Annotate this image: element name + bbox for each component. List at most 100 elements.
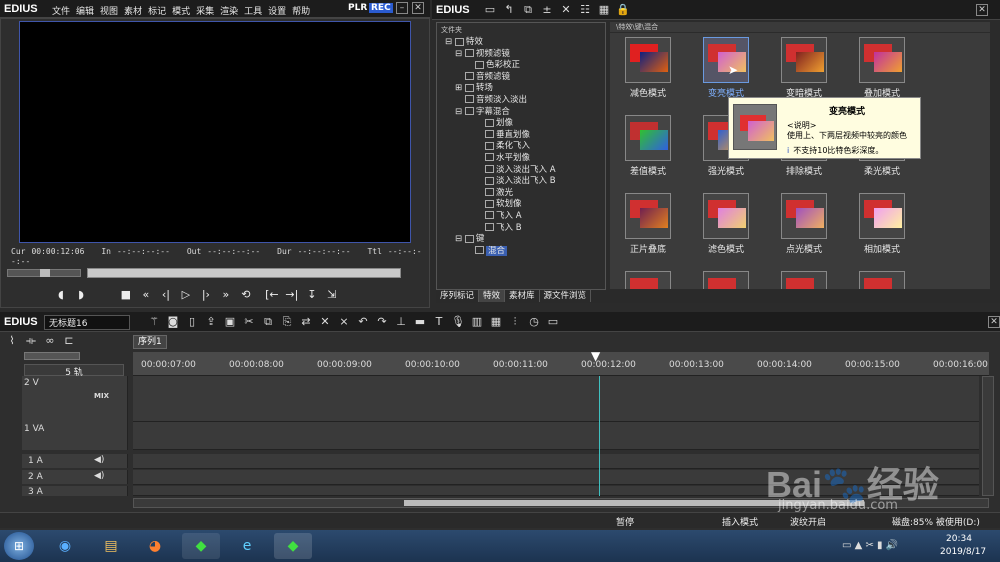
start-button[interactable]: ⊞ — [4, 532, 34, 560]
effect-item[interactable] — [614, 271, 682, 289]
menu-clip[interactable]: 素材 — [124, 7, 142, 17]
effect-item[interactable]: 差值模式 — [614, 115, 682, 177]
split-icon[interactable]: ↧ — [302, 287, 322, 303]
menu-capture[interactable]: 采集 — [196, 7, 214, 17]
tree-item[interactable]: 飞入 B — [441, 223, 605, 235]
mic-icon[interactable]: 🎙 — [450, 315, 466, 329]
mark-in-icon[interactable]: ◖ — [51, 287, 71, 303]
tree-item[interactable]: 音频淡入淡出 — [441, 95, 605, 107]
properties-icon[interactable]: ☷ — [577, 3, 593, 17]
layout-icon[interactable]: ▭ — [545, 315, 561, 329]
tree-item[interactable]: 激光 — [441, 188, 605, 200]
tree-item-selected[interactable]: 混合 — [441, 245, 605, 258]
tree-item[interactable]: ⊟ 视频滤镜 — [441, 49, 605, 61]
insert-icon[interactable]: [← — [262, 287, 282, 303]
shuttle-knob[interactable] — [40, 269, 50, 277]
vertical-scrollbar[interactable] — [982, 376, 994, 496]
group-icon[interactable]: ⊏ — [61, 334, 77, 348]
fast-forward-icon[interactable]: » — [216, 287, 236, 303]
new-folder-icon[interactable]: ⧉ — [520, 3, 536, 17]
new-icon[interactable]: ▯ — [184, 315, 200, 329]
mark-out-icon[interactable]: ◗ — [71, 287, 91, 303]
taskbar-edius2-icon[interactable]: ◆ — [274, 533, 312, 559]
tree-item[interactable]: 软划像 — [441, 199, 605, 211]
view-mode-icon[interactable]: ▦ — [596, 3, 612, 17]
tree-item[interactable]: ⊞ 转场 — [441, 83, 605, 95]
redo-icon[interactable]: ↷ — [374, 315, 390, 329]
tree-item[interactable]: ⊟ 字幕混合 — [441, 107, 605, 119]
track-header-3a[interactable]: 3 A — [22, 486, 128, 496]
add-icon[interactable]: ± — [539, 3, 555, 17]
minimize-icon[interactable]: – — [396, 2, 408, 14]
tree-item[interactable]: 垂直划像 — [441, 130, 605, 142]
menu-mode[interactable]: 模式 — [172, 7, 190, 17]
delete-icon[interactable]: ✕ — [317, 315, 333, 329]
link-icon[interactable]: ⌇ — [4, 334, 20, 348]
tree-item[interactable]: ⊟ 键 — [441, 234, 605, 246]
add-cut-icon[interactable]: ⊥ — [393, 315, 409, 329]
menu-view[interactable]: 视图 — [100, 7, 118, 17]
tree-item[interactable]: 飞入 A — [441, 211, 605, 223]
effect-item[interactable] — [692, 271, 760, 289]
rewind-icon[interactable]: « — [136, 287, 156, 303]
menu-tools[interactable]: 工具 — [244, 7, 262, 17]
seek-bar[interactable] — [87, 268, 401, 278]
effect-item[interactable]: 相加模式 — [848, 193, 916, 255]
tree-item[interactable]: 音频滤镜 — [441, 72, 605, 84]
sequence-tab[interactable]: 序列1 — [133, 335, 167, 349]
grid-icon[interactable]: ▦ — [488, 315, 504, 329]
tab-sequence-markers[interactable]: 序列标记 — [436, 290, 480, 302]
clock-icon[interactable]: ◷ — [526, 315, 542, 329]
shuttle-slider[interactable] — [7, 269, 81, 277]
paste-icon[interactable]: ⎘ — [279, 315, 295, 329]
menu-help[interactable]: 帮助 — [292, 7, 310, 17]
effect-item[interactable]: 叠加模式 — [848, 37, 916, 99]
tree-item[interactable]: 色彩校正 — [441, 60, 605, 72]
play-icon[interactable]: ▷ — [176, 287, 196, 303]
lock-icon[interactable]: 🔒 — [615, 3, 631, 17]
next-frame-icon[interactable]: |› — [196, 287, 216, 303]
save-icon[interactable]: ▣ — [222, 315, 238, 329]
tab-source-browser[interactable]: 源文件浏览 — [540, 290, 592, 302]
replace-icon[interactable]: ⇄ — [298, 315, 314, 329]
snap-icon[interactable]: ⟛ — [23, 334, 39, 348]
taskbar-explorer-icon[interactable]: ▤ — [92, 533, 130, 559]
track-lane-1va[interactable] — [133, 422, 979, 450]
clock-time[interactable]: 20:34 — [946, 534, 972, 544]
effect-item[interactable]: 减色模式 — [614, 37, 682, 99]
effect-item[interactable]: 变暗模式 — [770, 37, 838, 99]
undo-icon[interactable]: ↶ — [355, 315, 371, 329]
tab-effects[interactable]: 特效 — [479, 290, 506, 302]
colorbars-icon[interactable]: ▥ — [469, 315, 485, 329]
tree-item[interactable]: 划像 — [441, 118, 605, 130]
timeline-close-icon[interactable]: ✕ — [988, 316, 1000, 328]
effect-item[interactable] — [848, 271, 916, 289]
tree-item[interactable]: ⊟ 特效 — [441, 37, 605, 49]
menu-render[interactable]: 渲染 — [220, 7, 238, 17]
video-monitor[interactable] — [19, 21, 411, 243]
tab-bin[interactable]: 素材库 — [505, 290, 540, 302]
menu-edit[interactable]: 编辑 — [76, 7, 94, 17]
cut-icon[interactable]: ✂ — [241, 315, 257, 329]
up-level-icon[interactable]: ↰ — [501, 3, 517, 17]
delete-icon[interactable]: ✕ — [558, 3, 574, 17]
stop-icon[interactable]: ■ — [116, 287, 136, 303]
title-icon[interactable]: T — [431, 315, 447, 329]
menu-marker[interactable]: 标记 — [148, 7, 166, 17]
menu-file[interactable]: 文件 — [52, 7, 70, 17]
track-header-1a[interactable]: 1 A ◀) — [22, 454, 128, 468]
folder-icon[interactable]: ▭ — [482, 3, 498, 17]
track-header-2a[interactable]: 2 A ◀) — [22, 470, 128, 484]
effects-close-icon[interactable]: ✕ — [976, 4, 988, 16]
zoom-slider[interactable] — [24, 352, 80, 360]
effect-item[interactable]: 滤色模式 — [692, 193, 760, 255]
track-header-1va[interactable]: 1 VA — [22, 422, 128, 450]
effect-item[interactable]: 点光模式 — [770, 193, 838, 255]
speaker-icon[interactable]: ◀) — [94, 471, 104, 481]
overwrite-icon[interactable]: →| — [282, 287, 302, 303]
prev-frame-icon[interactable]: ‹| — [156, 287, 176, 303]
playhead-icon[interactable]: ▼ — [591, 349, 600, 363]
tree-item[interactable]: 水平划像 — [441, 153, 605, 165]
menu-settings[interactable]: 设置 — [268, 7, 286, 17]
output-icon[interactable]: ⇲ — [322, 287, 342, 303]
